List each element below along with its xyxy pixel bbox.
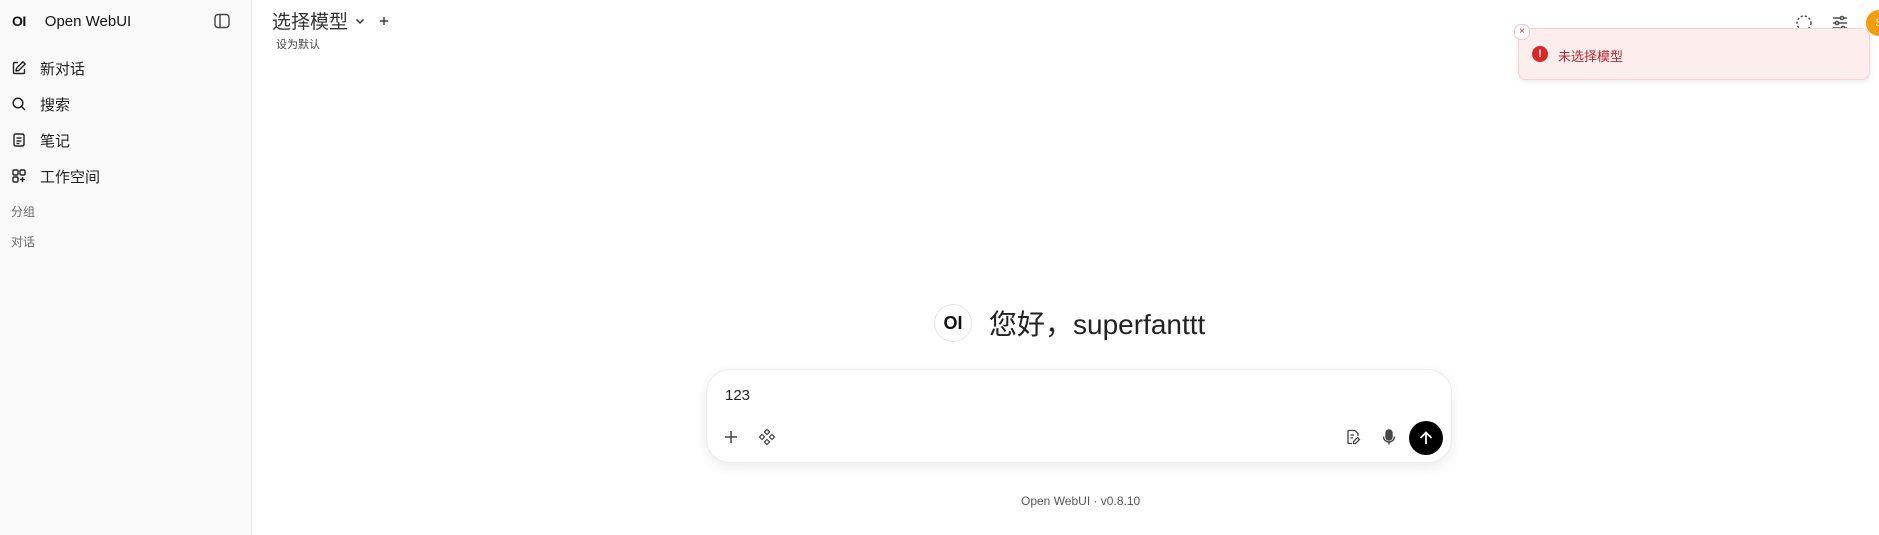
- sidebar-item-notes[interactable]: 笔记: [10, 122, 242, 158]
- toast-message: 未选择模型: [1558, 49, 1624, 64]
- sidebar-item-label: 笔记: [40, 132, 71, 150]
- model-selector[interactable]: 选择模型: [272, 7, 390, 34]
- app-name: Open WebUI: [44, 12, 132, 30]
- sidebar-item-search[interactable]: 搜索: [10, 86, 242, 122]
- workspace-icon: [10, 167, 28, 185]
- notes-icon: [10, 131, 28, 149]
- add-model-icon[interactable]: [378, 15, 390, 27]
- sidebar-item-label: 新对话: [40, 60, 86, 78]
- sidebar-toggle-icon[interactable]: [212, 11, 232, 31]
- microphone-icon[interactable]: [1377, 425, 1401, 449]
- close-icon[interactable]: ×: [1514, 24, 1530, 40]
- sidebar-item-new-chat[interactable]: 新对话: [10, 50, 242, 86]
- greeting: OI 您好，superfanttt: [934, 303, 1205, 343]
- brand[interactable]: OI Open WebUI: [12, 11, 131, 31]
- sidebar-item-workspace[interactable]: 工作空间: [10, 158, 242, 194]
- add-attachment-icon[interactable]: [719, 425, 743, 449]
- section-chats[interactable]: 对话: [11, 233, 35, 250]
- app-logo: OI: [12, 13, 26, 29]
- send-button[interactable]: [1409, 421, 1443, 455]
- greeting-text: 您好，superfanttt: [989, 309, 1206, 340]
- version-footer: Open WebUI · v0.8.10: [1021, 494, 1141, 508]
- section-groups[interactable]: 分组: [11, 203, 35, 220]
- search-icon: [10, 95, 28, 113]
- chat-composer: 123: [706, 369, 1452, 463]
- edit-icon: [10, 59, 28, 77]
- model-selector-label[interactable]: 选择模型: [272, 7, 348, 34]
- sidebar-nav: 新对话 搜索 笔记 工作空间: [10, 50, 242, 194]
- message-input[interactable]: 123: [725, 387, 750, 404]
- greeting-logo: OI: [934, 304, 972, 342]
- file-edit-icon[interactable]: [1341, 425, 1365, 449]
- set-default-link[interactable]: 设为默认: [276, 36, 320, 52]
- error-toast: × ! 未选择模型: [1514, 24, 1870, 80]
- alert-icon: !: [1532, 46, 1548, 62]
- sidebar-item-label: 工作空间: [40, 168, 101, 186]
- tools-icon[interactable]: [755, 425, 779, 449]
- chevron-down-icon[interactable]: [354, 15, 366, 27]
- sidebar: OI Open WebUI 新对话 搜索 笔记 工作空间 分组 对话: [0, 0, 252, 535]
- sidebar-item-label: 搜索: [40, 96, 71, 114]
